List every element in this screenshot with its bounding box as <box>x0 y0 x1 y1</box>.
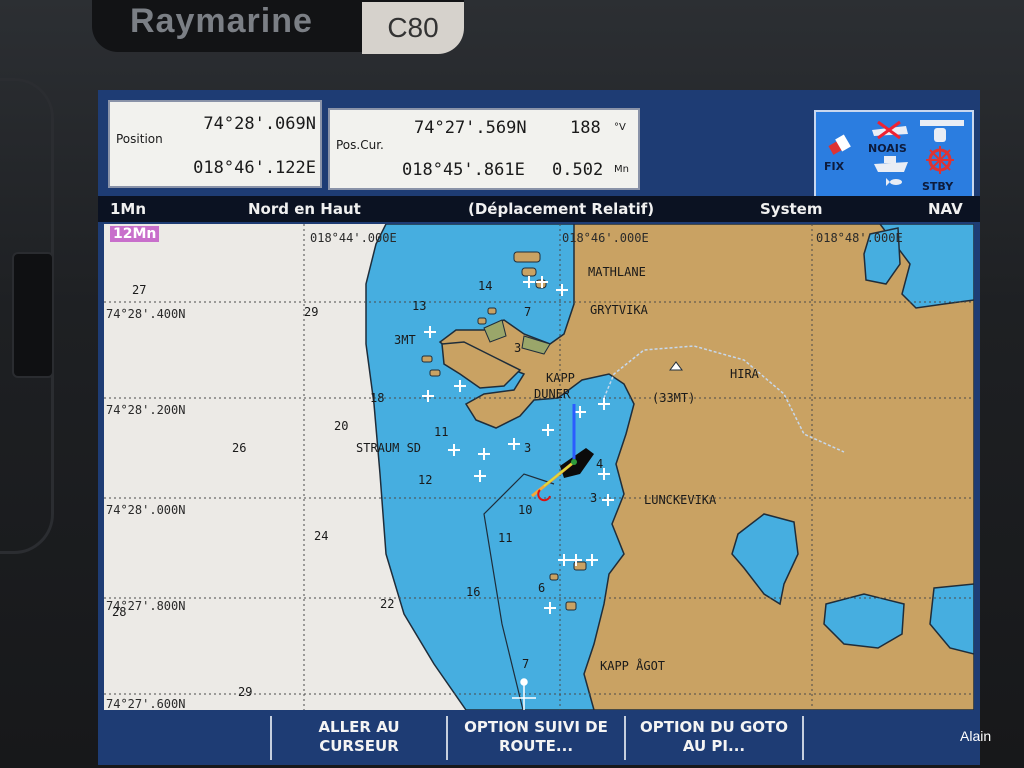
cursor-bearing-unit: °V <box>614 122 626 133</box>
orientation-label: Nord en Haut <box>248 200 361 218</box>
cursor-label: Pos.Cur. <box>336 138 384 152</box>
position-label: Position <box>116 132 163 146</box>
svg-text:26: 26 <box>232 441 246 455</box>
place-33mt: (33MT) <box>652 391 695 405</box>
svg-text:20: 20 <box>334 419 348 433</box>
svg-text:11: 11 <box>498 531 512 545</box>
lon-label-0: 018°44'.000E <box>310 231 397 245</box>
chart-canvas[interactable]: 018°44'.000E 018°46'.000E 018°48'.000E 7… <box>104 224 974 710</box>
ais-vessel-icon <box>872 120 908 140</box>
cursor-range: 0.502 <box>552 160 604 180</box>
model-badge: C80 <box>362 2 464 54</box>
cursor-bearing: 188 <box>570 118 601 138</box>
radar-scanner-icon <box>920 120 964 142</box>
system-label: System <box>760 200 823 218</box>
cursor-lat: 74°27'.569N <box>414 118 527 138</box>
softkey-bar: ALLER AU CURSEUR OPTION SUIVI DE ROUTE..… <box>98 712 980 765</box>
chart-title-bar: 1Mn Nord en Haut (Déplacement Relatif) S… <box>98 196 980 222</box>
svg-text:12: 12 <box>418 473 432 487</box>
svg-text:3: 3 <box>590 491 597 505</box>
svg-text:13: 13 <box>412 299 426 313</box>
softkey-goto-cursor[interactable]: ALLER AU CURSEUR <box>272 712 446 765</box>
fish-icon <box>886 178 902 186</box>
softkey-track-options[interactable]: OPTION SUIVI DE ROUTE... <box>448 712 624 765</box>
position-lon: 018°46'.122E <box>193 158 316 178</box>
place-3mt: 3MT <box>394 333 416 347</box>
softkey-blank[interactable] <box>804 712 974 765</box>
display-screen: 74°28'.069N Position 018°46'.122E 74°27'… <box>98 90 980 765</box>
motion-mode-label: (Déplacement Relatif) <box>468 200 655 218</box>
svg-text:29: 29 <box>238 685 252 699</box>
cursor-position-box: 74°27'.569N 188 °V Pos.Cur. 018°45'.861E… <box>328 108 640 190</box>
cursor-lon: 018°45'.861E <box>402 160 525 180</box>
boat-icon <box>874 156 908 172</box>
place-kapp-agot: KAPP ÅGOT <box>600 658 665 673</box>
position-box: 74°28'.069N Position 018°46'.122E <box>108 100 322 188</box>
position-lat: 74°28'.069N <box>203 114 316 134</box>
autopilot-wheel-icon <box>926 146 954 174</box>
range-label: 1Mn <box>110 200 147 218</box>
softkey-goto-options[interactable]: OPTION DU GOTO AU PI... <box>626 712 802 765</box>
chart-view[interactable]: 018°44'.000E 018°46'.000E 018°48'.000E 7… <box>104 224 974 710</box>
svg-text:11: 11 <box>434 425 448 439</box>
svg-text:3: 3 <box>514 341 521 355</box>
place-hira: HIRA <box>730 367 760 381</box>
svg-text:27: 27 <box>132 283 146 297</box>
place-duner: DUNER <box>534 387 571 401</box>
lon-label-2: 018°48'.000E <box>816 231 903 245</box>
nav-mode-label: NAV <box>928 200 963 218</box>
svg-text:24: 24 <box>314 529 328 543</box>
place-lunckevika: LUNCKEVIKA <box>644 493 717 507</box>
lon-label-1: 018°46'.000E <box>562 231 649 245</box>
place-mathlane: MATHLANE <box>588 265 646 279</box>
gps-fix-status: FIX <box>824 160 845 173</box>
photo-credit: Alain <box>960 728 992 744</box>
autopilot-status: STBY <box>922 180 954 193</box>
status-panel: FIX NOAIS STBY <box>814 110 974 198</box>
lat-label-1: 74°28'.200N <box>106 403 185 417</box>
brand-logo: Raymarine <box>130 2 313 40</box>
place-grytvika: GRYTVIKA <box>590 303 649 317</box>
svg-text:4: 4 <box>596 457 603 471</box>
svg-text:7: 7 <box>522 657 529 671</box>
svg-text:6: 6 <box>538 581 545 595</box>
lat-label-4: 74°27'.600N <box>106 697 185 710</box>
cursor-range-unit: Mn <box>614 164 629 175</box>
svg-text:10: 10 <box>518 503 532 517</box>
lat-label-0: 74°28'.400N <box>106 307 185 321</box>
svg-text:28: 28 <box>112 605 126 619</box>
gps-satellite-icon <box>828 134 851 155</box>
svg-text:3: 3 <box>524 441 531 455</box>
ais-status: NOAIS <box>868 142 907 155</box>
svg-text:29: 29 <box>304 305 318 319</box>
place-straum-sd: STRAUM SD <box>356 441 421 455</box>
chart-scale-badge: 12Mn <box>110 226 160 242</box>
svg-text:16: 16 <box>466 585 480 599</box>
side-rotary-knob[interactable] <box>12 252 54 378</box>
svg-text:14: 14 <box>478 279 492 293</box>
svg-text:7: 7 <box>524 305 531 319</box>
svg-text:18: 18 <box>370 391 384 405</box>
place-kapp: KAPP <box>546 371 575 385</box>
lat-label-2: 74°28'.000N <box>106 503 185 517</box>
svg-text:22: 22 <box>380 597 394 611</box>
data-bar: 74°28'.069N Position 018°46'.122E 74°27'… <box>98 90 980 198</box>
